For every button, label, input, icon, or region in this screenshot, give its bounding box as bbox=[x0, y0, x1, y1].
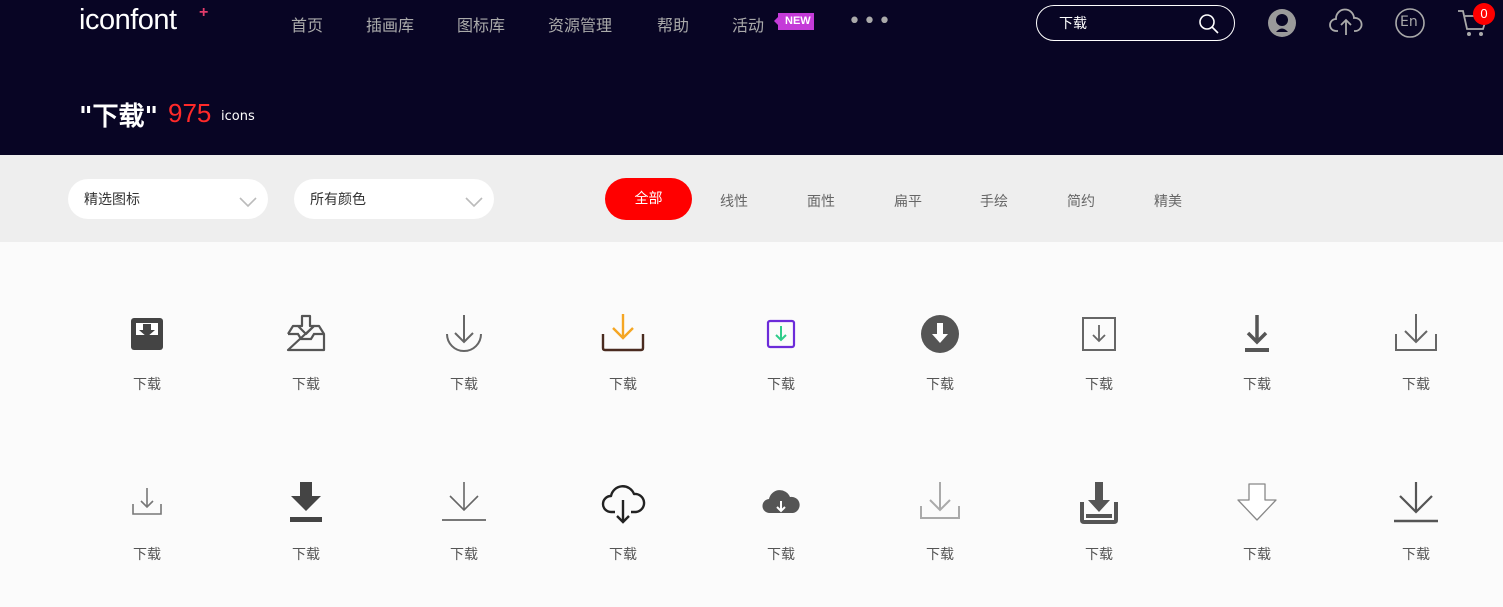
icon-name: 下载 bbox=[1085, 377, 1113, 393]
icon-name: 下载 bbox=[450, 377, 478, 393]
icon-card[interactable]: 下载 bbox=[1366, 312, 1466, 422]
icon-name: 下载 bbox=[292, 377, 320, 393]
icon-card[interactable]: 下载 bbox=[256, 312, 356, 422]
circle-arrow-down-icon bbox=[921, 315, 959, 353]
icon-card[interactable]: 下载 bbox=[97, 312, 197, 422]
result-query: "下载" bbox=[79, 102, 159, 132]
search-input[interactable] bbox=[1059, 13, 1199, 33]
tab-simple[interactable]: 简约 bbox=[1067, 191, 1095, 211]
arrow-bar-bold-icon bbox=[290, 482, 322, 522]
color-select[interactable]: 所有颜色 bbox=[294, 179, 494, 219]
icon-card[interactable]: 下载 bbox=[414, 482, 514, 592]
tab-fill[interactable]: 面性 bbox=[807, 191, 835, 211]
icon-type-select[interactable]: 精选图标 bbox=[68, 179, 268, 219]
icon-card[interactable]: 下载 bbox=[573, 312, 673, 422]
icon-name: 下载 bbox=[609, 377, 637, 393]
icon-card[interactable]: 下载 bbox=[573, 482, 673, 592]
icon-name: 下载 bbox=[1402, 377, 1430, 393]
tray-arrow-small-icon bbox=[132, 488, 162, 515]
tray-arrow-filled-icon bbox=[1080, 482, 1118, 524]
icon-name: 下载 bbox=[1085, 547, 1113, 563]
top-header: iconfont + 首页 插画库 图标库 资源管理 帮助 活动 NEW •••… bbox=[0, 0, 1503, 155]
result-count: 975 bbox=[168, 98, 212, 128]
tray-download-square-icon bbox=[131, 318, 163, 350]
tray-arrow-thin-icon bbox=[1395, 314, 1437, 351]
language-label: En bbox=[1400, 14, 1418, 30]
filter-bar: 精选图标 所有颜色 全部 线性 面性 扁平 手绘 简约 精美 bbox=[0, 155, 1503, 242]
color-select-label: 所有颜色 bbox=[310, 192, 366, 208]
icon-name: 下载 bbox=[1243, 547, 1271, 563]
github-icon[interactable] bbox=[1266, 7, 1298, 43]
icon-name: 下载 bbox=[133, 547, 161, 563]
icon-name: 下载 bbox=[926, 377, 954, 393]
icon-card[interactable]: 下载 bbox=[414, 312, 514, 422]
arrow-down-outline-shape-icon bbox=[1237, 483, 1277, 521]
icon-card[interactable]: 下载 bbox=[1049, 312, 1149, 422]
icon-name: 下载 bbox=[292, 547, 320, 563]
search-icon[interactable] bbox=[1197, 12, 1221, 40]
nav-illustrations[interactable]: 插画库 bbox=[366, 12, 414, 36]
tab-exquisite[interactable]: 精美 bbox=[1154, 191, 1182, 211]
icon-name: 下载 bbox=[1243, 377, 1271, 393]
arrow-line-large-icon bbox=[1394, 482, 1438, 523]
nav-help[interactable]: 帮助 bbox=[657, 12, 689, 36]
more-menu-button[interactable]: ••• bbox=[848, 11, 893, 33]
chevron-down-icon bbox=[464, 193, 484, 212]
icon-grid: 下载 下载 下载 下载 下载 下载 下载 下载 下载 下载 下载 下载 下载 下… bbox=[0, 242, 1503, 607]
tab-all[interactable]: 全部 bbox=[605, 178, 692, 220]
search-box bbox=[1036, 5, 1235, 41]
icon-name: 下载 bbox=[609, 547, 637, 563]
icon-card[interactable]: 下载 bbox=[1366, 482, 1466, 592]
tab-flat[interactable]: 扁平 bbox=[894, 191, 922, 211]
icon-type-select-label: 精选图标 bbox=[84, 192, 140, 208]
tab-hand-drawn[interactable]: 手绘 bbox=[980, 191, 1008, 211]
icon-name: 下载 bbox=[1402, 547, 1430, 563]
icon-name: 下载 bbox=[450, 547, 478, 563]
chevron-down-icon bbox=[238, 193, 258, 212]
icon-card[interactable]: 下载 bbox=[256, 482, 356, 592]
logo-plus-mark: + bbox=[199, 4, 209, 21]
icon-card[interactable]: 下载 bbox=[1207, 482, 1307, 592]
upload-icon[interactable] bbox=[1329, 7, 1363, 43]
icon-name: 下载 bbox=[767, 377, 795, 393]
icon-name: 下载 bbox=[133, 377, 161, 393]
icon-card[interactable]: 下载 bbox=[731, 312, 831, 422]
new-badge: NEW bbox=[774, 13, 814, 30]
result-unit: icons bbox=[221, 109, 255, 124]
cloud-download-outline-icon bbox=[601, 485, 646, 524]
nav-icon-library[interactable]: 图标库 bbox=[457, 12, 505, 36]
nav-home[interactable]: 首页 bbox=[291, 12, 323, 36]
square-arrow-purple-icon bbox=[766, 319, 796, 349]
cloud-download-filled-icon bbox=[762, 490, 800, 514]
icon-card[interactable]: 下载 bbox=[731, 482, 831, 592]
arrow-line-thin-icon bbox=[442, 482, 486, 521]
icon-name: 下载 bbox=[767, 547, 795, 563]
icon-card[interactable]: 下载 bbox=[1049, 482, 1149, 592]
tab-line[interactable]: 线性 bbox=[720, 191, 748, 211]
tray-arrow-light-icon bbox=[920, 482, 960, 519]
logo[interactable]: iconfont bbox=[79, 4, 177, 37]
icon-card[interactable]: 下载 bbox=[890, 482, 990, 592]
language-toggle[interactable]: En bbox=[1394, 7, 1426, 43]
cart-count-badge: 0 bbox=[1473, 3, 1495, 25]
square-arrow-outline-icon bbox=[1082, 317, 1116, 351]
arrow-bowl-icon bbox=[446, 315, 482, 352]
icon-card[interactable]: 下载 bbox=[1207, 312, 1307, 422]
icon-card[interactable]: 下载 bbox=[890, 312, 990, 422]
nav-activities[interactable]: 活动 bbox=[732, 12, 764, 36]
icon-name: 下载 bbox=[926, 547, 954, 563]
arrow-tray-yellow-icon bbox=[601, 314, 645, 352]
nav-resource-management[interactable]: 资源管理 bbox=[548, 12, 612, 36]
arrow-to-line-icon bbox=[1245, 315, 1269, 352]
inbox-download-icon bbox=[286, 314, 326, 352]
icon-card[interactable]: 下载 bbox=[97, 482, 197, 592]
